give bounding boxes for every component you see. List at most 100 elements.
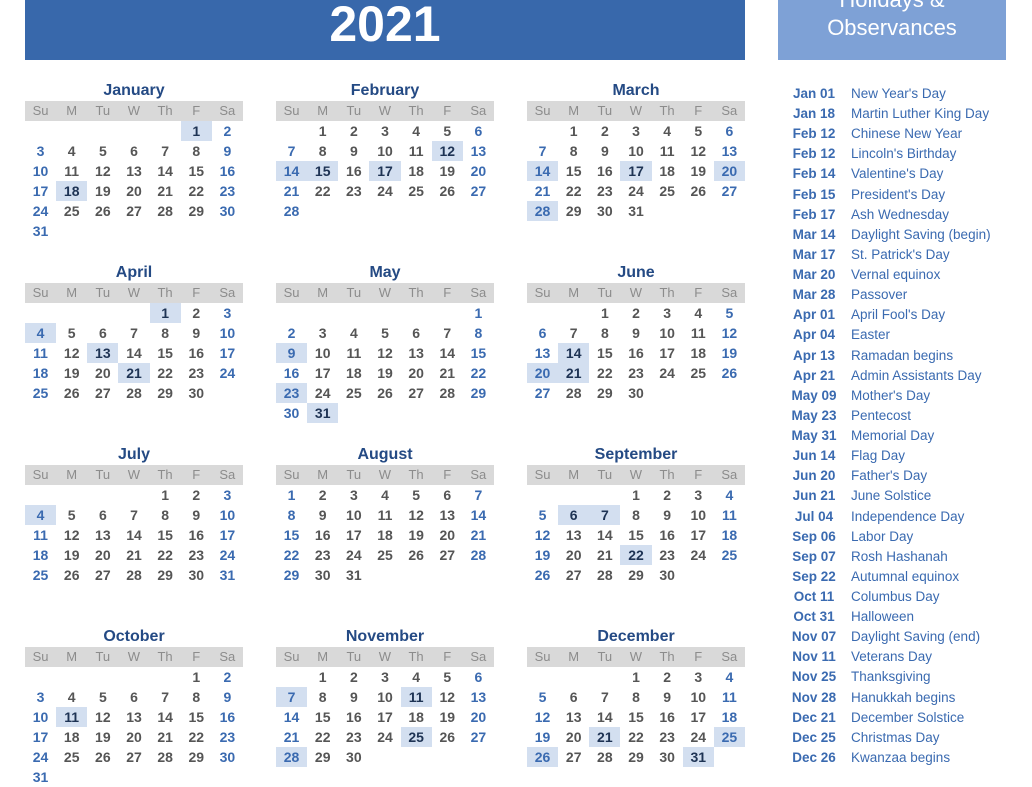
holiday-name: Autumnal equinox — [851, 568, 960, 584]
day-cell: 31 — [219, 567, 236, 583]
day-cell: 9 — [349, 689, 358, 705]
weekday-header: W — [629, 649, 643, 664]
holiday-day-cell: 28 — [527, 201, 559, 221]
holiday-item: Feb 15 President's Day — [778, 185, 1032, 205]
day-cell: 11 — [64, 163, 80, 179]
day-cell: 9 — [192, 325, 201, 341]
holiday-date: Sep 06 — [792, 528, 836, 544]
weekday-header: Sa — [721, 467, 738, 482]
day-cell: 3 — [694, 669, 703, 685]
year-title: 2021 — [329, 0, 441, 52]
weekday-header: Th — [408, 285, 424, 300]
holiday-day-cell: 23 — [276, 383, 308, 403]
day-cell: 17 — [377, 709, 393, 725]
holiday-item: Nov 11 Veterans Day — [778, 647, 1032, 667]
holiday-date: Sep 22 — [792, 568, 836, 584]
day-cell: 1 — [192, 669, 201, 685]
day-cell: 3 — [349, 487, 358, 503]
holiday-item: Mar 17 St. Patrick's Day — [778, 245, 1032, 265]
day-cell: 15 — [188, 709, 205, 725]
month-september: September Su M Tu W Th F Sa 1 2 3 4 5 6 7 8 9 10 11 12 13 14 1… — [527, 445, 745, 605]
holiday-date: Jul 04 — [794, 508, 834, 524]
day-cell: 18 — [659, 163, 675, 179]
weekday-header-row: Su M Tu W Th F Sa — [276, 101, 494, 121]
day-cell: 20 — [565, 729, 582, 745]
day-cell: 12 — [408, 507, 424, 523]
day-cell: 14 — [283, 709, 300, 725]
day-cell: 5 — [538, 689, 547, 705]
weekday-header: F — [192, 103, 201, 118]
holiday-item: May 31 Memorial Day — [778, 426, 1032, 446]
day-cell: 10 — [346, 507, 362, 523]
day-cell: 27 — [534, 385, 551, 401]
weekday-header: F — [443, 649, 452, 664]
day-cell: 5 — [381, 325, 389, 341]
weekday-header: Tu — [346, 467, 362, 482]
holiday-name: Passover — [851, 287, 908, 303]
day-cell: 24 — [690, 729, 707, 745]
day-cell: 8 — [632, 689, 640, 705]
day-cell: 12 — [95, 163, 111, 179]
holiday-name: Ramadan begins — [851, 347, 954, 363]
weekday-header: F — [192, 285, 201, 300]
day-cell: 26 — [95, 749, 111, 765]
month-title: June — [617, 264, 655, 281]
day-cell: 17 — [690, 709, 707, 725]
day-cell: 28 — [283, 203, 300, 219]
day-cell: 8 — [192, 143, 201, 159]
day-cell: 22 — [157, 365, 173, 381]
day-cell: 15 — [628, 709, 644, 725]
day-cell: 1 — [161, 487, 170, 503]
day-cell: 16 — [188, 345, 205, 361]
weekday-header: Su — [534, 467, 551, 482]
day-cell: 15 — [188, 163, 205, 179]
holiday-date: May 31 — [791, 428, 837, 444]
month-title: April — [115, 264, 153, 281]
day-cell: 16 — [346, 163, 362, 179]
day-cell: 20 — [126, 183, 142, 199]
weekday-header: W — [378, 285, 392, 300]
weekday-header: W — [629, 103, 643, 118]
day-cell: 30 — [219, 203, 236, 219]
day-cell: 26 — [439, 183, 456, 199]
holiday-day-cell: 1 — [149, 303, 181, 323]
day-cell: 4 — [412, 123, 421, 139]
day-cell: 3 — [381, 669, 389, 685]
day-cell: 20 — [95, 365, 111, 381]
weekday-header-row: Su M Tu W Th F Sa — [25, 283, 243, 303]
day-cell: 30 — [188, 567, 205, 583]
day-cell: 17 — [659, 345, 675, 361]
year-banner: 2021 — [25, 0, 745, 60]
day-cell: 23 — [659, 729, 675, 745]
day-cell: 30 — [283, 405, 300, 421]
weekday-header: F — [443, 285, 452, 300]
day-cell: 5 — [98, 689, 107, 705]
holiday-day-cell: 31 — [682, 747, 714, 767]
day-cell: 17 — [32, 183, 49, 199]
month-title: March — [612, 82, 660, 99]
day-cell: 2 — [663, 669, 672, 685]
day-cell: 23 — [314, 547, 331, 563]
weekday-header: M — [568, 103, 580, 118]
weekday-header: Su — [32, 103, 49, 118]
day-cell: 21 — [283, 183, 300, 199]
day-cell: 29 — [628, 567, 644, 583]
weekday-header: M — [317, 649, 329, 664]
holiday-date: Jan 18 — [792, 106, 836, 122]
day-cell: 20 — [95, 547, 111, 563]
holiday-item: Oct 11 Columbus Day — [778, 587, 1032, 607]
day-cell: 12 — [63, 527, 80, 543]
day-cell: 7 — [538, 143, 547, 159]
holiday-date: Feb 15 — [792, 186, 836, 202]
weekday-header: Th — [157, 285, 173, 300]
day-cell: 7 — [130, 507, 138, 523]
day-cell: 24 — [219, 365, 236, 381]
holiday-item: Mar 14 Daylight Saving (begin) — [778, 225, 1032, 245]
day-cell: 16 — [188, 527, 205, 543]
holidays-title-line1: Holidays & — [778, 0, 1006, 14]
day-cell: 6 — [725, 123, 734, 139]
day-cell: 16 — [314, 527, 331, 543]
day-cell: 29 — [470, 385, 487, 401]
day-cell: 1 — [569, 123, 578, 139]
day-cell: 12 — [95, 709, 111, 725]
